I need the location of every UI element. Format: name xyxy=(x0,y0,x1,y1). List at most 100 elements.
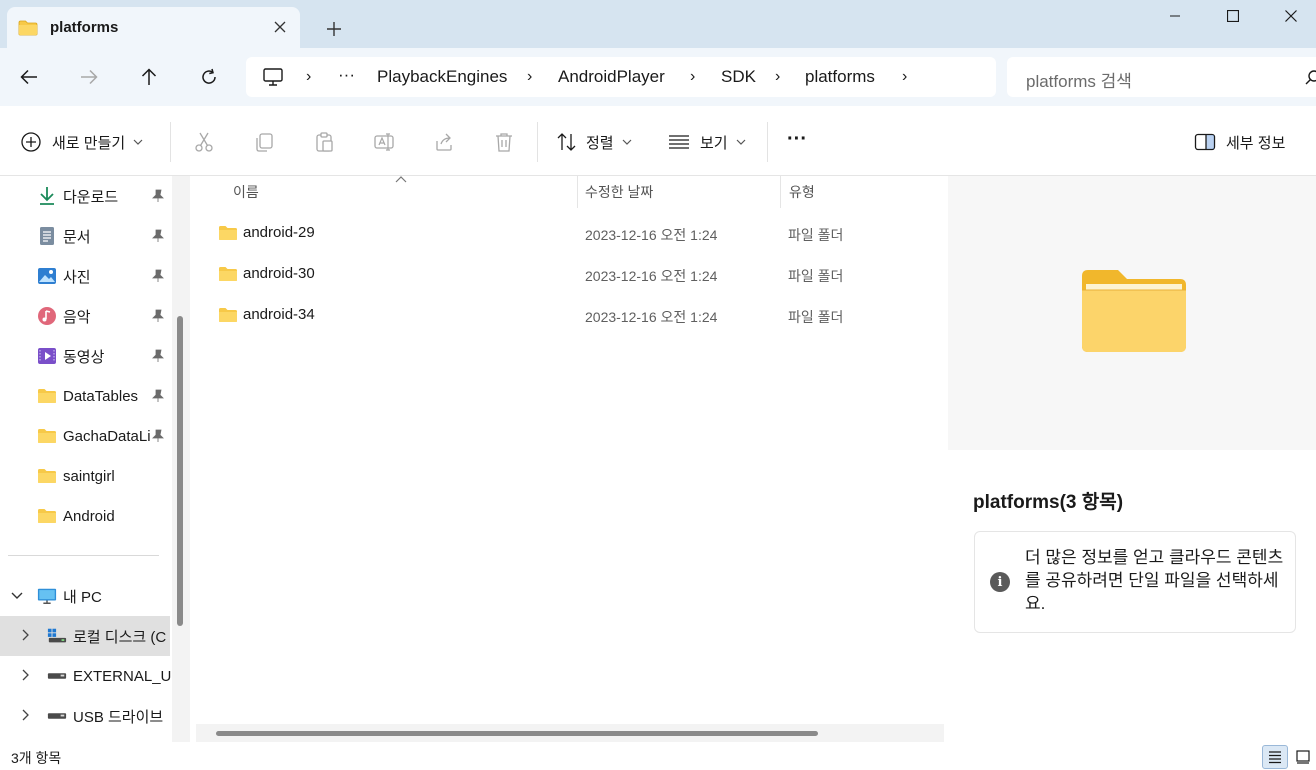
windows-drive-icon xyxy=(47,626,67,646)
music-icon xyxy=(37,306,57,326)
file-name: android-30 xyxy=(243,265,315,282)
breadcrumb[interactable]: › ··· PlaybackEngines › AndroidPlayer › … xyxy=(246,57,996,97)
chevron-down-icon[interactable] xyxy=(11,589,23,603)
view-button[interactable]: 보기 xyxy=(668,129,746,155)
table-row[interactable]: android-29 2023-12-16 오전 1:24 파일 폴더 xyxy=(192,214,946,254)
tab-platforms[interactable]: platforms xyxy=(7,7,300,48)
sidebar-item-label: Android xyxy=(63,507,115,525)
breadcrumb-item-playbackengines[interactable]: PlaybackEngines xyxy=(377,67,507,87)
pin-icon[interactable] xyxy=(151,349,165,363)
large-icons-view-button[interactable] xyxy=(1290,745,1316,769)
back-arrow-icon xyxy=(20,69,37,85)
divider xyxy=(537,122,538,162)
pin-icon[interactable] xyxy=(151,269,165,283)
details-pane-icon xyxy=(1194,133,1216,151)
pin-icon[interactable] xyxy=(151,189,165,203)
sidebar-item-label: 로컬 디스크 (C xyxy=(73,628,167,646)
sort-button[interactable]: 정렬 xyxy=(556,129,632,155)
sidebar-item-label: DataTables xyxy=(63,387,139,405)
chevron-right-icon[interactable] xyxy=(22,669,30,684)
column-header-modified[interactable]: 수정한 날짜 xyxy=(585,176,653,208)
status-bar: 3개 항목 xyxy=(0,742,1316,770)
sidebar-item-external-usb[interactable]: EXTERNAL_US xyxy=(0,656,172,696)
this-pc-icon[interactable] xyxy=(262,67,284,90)
folder-icon xyxy=(218,307,238,323)
breadcrumb-separator[interactable]: › xyxy=(902,68,907,86)
sidebar-item-label: 문서 xyxy=(63,228,91,246)
chevron-right-icon[interactable] xyxy=(22,709,30,724)
tiles-view-icon xyxy=(1296,750,1310,764)
refresh-button[interactable] xyxy=(195,63,223,91)
info-icon: i xyxy=(990,572,1010,592)
sidebar-item-datatables[interactable]: DataTables xyxy=(0,376,170,416)
back-button[interactable] xyxy=(15,63,43,91)
table-row[interactable]: android-30 2023-12-16 오전 1:24 파일 폴더 xyxy=(192,255,946,295)
folder-icon xyxy=(218,225,238,241)
breadcrumb-item-sdk[interactable]: SDK xyxy=(721,67,756,87)
file-type: 파일 폴더 xyxy=(788,309,844,325)
cut-icon[interactable] xyxy=(192,130,216,154)
details-pane-button[interactable]: 세부 정보 xyxy=(1194,129,1285,155)
sidebar-item-downloads[interactable]: 다운로드 xyxy=(0,176,170,216)
breadcrumb-overflow[interactable]: ··· xyxy=(338,65,355,85)
file-modified: 2023-12-16 오전 1:24 xyxy=(585,268,718,284)
copy-icon[interactable] xyxy=(252,130,276,154)
breadcrumb-separator[interactable]: › xyxy=(527,68,532,86)
share-icon[interactable] xyxy=(432,130,456,154)
column-header-type[interactable]: 유형 xyxy=(789,176,815,208)
sidebar-item-usb-drive[interactable]: USB 드라이브 xyxy=(0,696,170,736)
divider xyxy=(8,555,159,556)
column-header-name[interactable]: 이름 xyxy=(233,176,259,208)
new-button[interactable]: 새로 만들기 xyxy=(20,129,143,155)
download-icon xyxy=(37,186,57,206)
breadcrumb-separator[interactable]: › xyxy=(775,68,780,86)
close-tab-icon[interactable] xyxy=(270,17,290,37)
close-window-button[interactable] xyxy=(1262,0,1316,32)
up-button[interactable] xyxy=(135,63,163,91)
sidebar-scrollbar-thumb[interactable] xyxy=(177,316,183,626)
pin-icon[interactable] xyxy=(151,309,165,323)
breadcrumb-item-platforms[interactable]: platforms xyxy=(805,67,875,87)
search-input[interactable]: platforms 검색 xyxy=(1026,67,1132,92)
document-icon xyxy=(37,226,57,246)
forward-button[interactable] xyxy=(75,63,103,91)
more-options-button[interactable]: ··· xyxy=(787,126,807,152)
folder-icon xyxy=(18,20,38,36)
column-divider[interactable] xyxy=(780,176,781,208)
paste-icon[interactable] xyxy=(312,130,336,154)
sidebar-item-music[interactable]: 음악 xyxy=(0,296,170,336)
sidebar-item-pictures[interactable]: 사진 xyxy=(0,256,170,296)
sidebar-item-gachadatali[interactable]: GachaDataLi xyxy=(0,416,170,456)
table-row[interactable]: android-34 2023-12-16 오전 1:24 파일 폴더 xyxy=(192,296,946,336)
forward-arrow-icon xyxy=(81,69,98,85)
details-view-button[interactable] xyxy=(1262,745,1288,769)
delete-icon[interactable] xyxy=(492,130,516,154)
chevron-right-icon[interactable] xyxy=(22,629,30,644)
rename-icon[interactable] xyxy=(372,130,396,154)
horizontal-scrollbar-thumb[interactable] xyxy=(216,731,818,736)
breadcrumb-item-androidplayer[interactable]: AndroidPlayer xyxy=(558,67,665,87)
sidebar-item-local-disk[interactable]: 로컬 디스크 (C xyxy=(0,616,170,656)
pin-icon[interactable] xyxy=(151,389,165,403)
search-icon[interactable] xyxy=(1305,69,1316,88)
pin-icon[interactable] xyxy=(151,229,165,243)
pin-icon[interactable] xyxy=(151,429,165,443)
breadcrumb-separator[interactable]: › xyxy=(690,68,695,86)
sidebar-item-android[interactable]: Android xyxy=(0,496,170,536)
breadcrumb-separator[interactable]: › xyxy=(306,68,311,86)
folder-icon xyxy=(37,386,57,406)
search-box[interactable]: platforms 검색 xyxy=(1007,57,1316,97)
new-tab-button[interactable] xyxy=(322,17,346,41)
sidebar-item-label: 음악 xyxy=(63,308,91,326)
column-divider[interactable] xyxy=(577,176,578,208)
sidebar-item-this-pc[interactable]: 내 PC xyxy=(0,576,170,616)
sidebar-item-documents[interactable]: 문서 xyxy=(0,216,170,256)
maximize-button[interactable] xyxy=(1204,0,1262,32)
details-view-icon xyxy=(1269,751,1281,764)
command-bar: 새로 만들기 정렬 보기 ··· 세부 정보 xyxy=(0,106,1316,176)
computer-icon xyxy=(37,586,57,606)
sidebar-item-videos[interactable]: 동영상 xyxy=(0,336,170,376)
info-card: i 더 많은 정보를 얻고 클라우드 콘텐츠를 공유하려면 단일 파일을 선택하… xyxy=(974,531,1296,633)
minimize-button[interactable] xyxy=(1146,0,1204,32)
sidebar-item-saintgirl[interactable]: saintgirl xyxy=(0,456,170,496)
